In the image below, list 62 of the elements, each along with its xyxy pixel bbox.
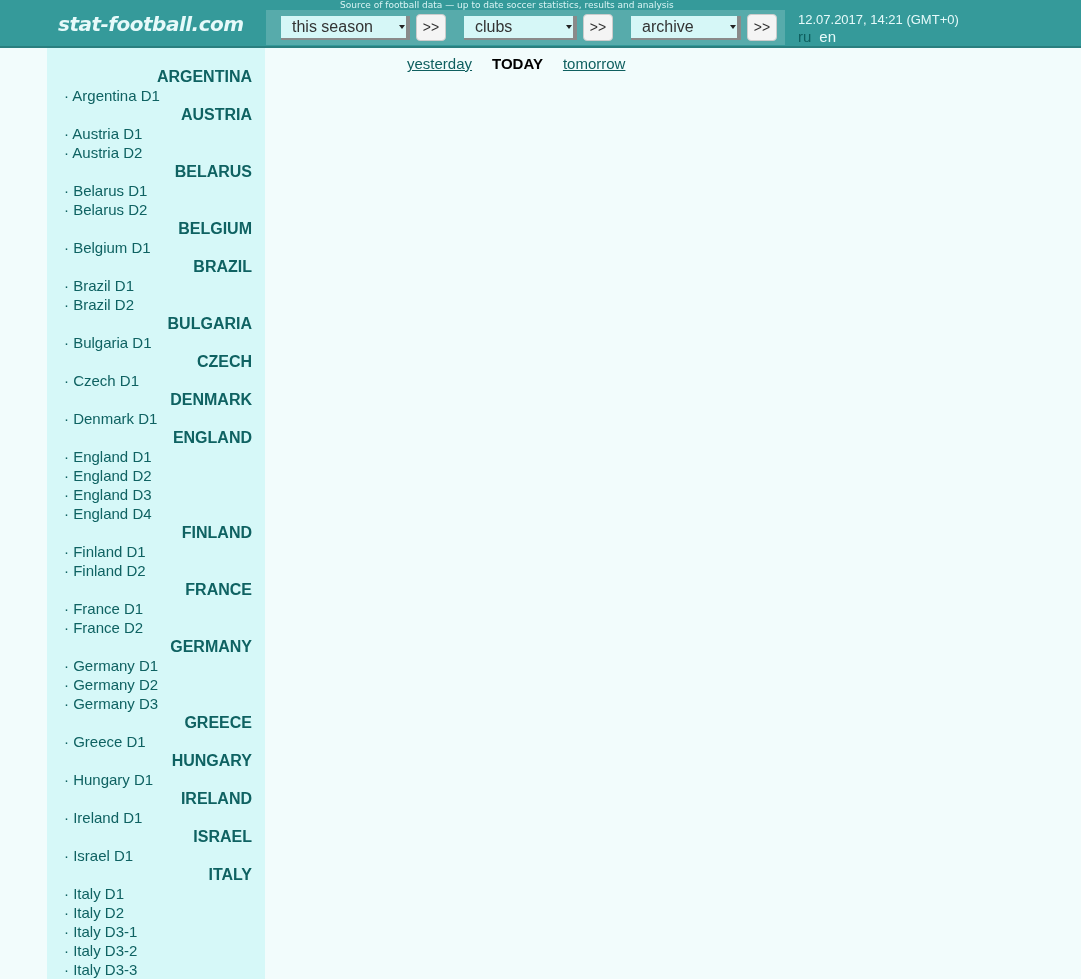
league-link[interactable]: · Belarus D1 [64,181,148,200]
league-link[interactable]: · Belarus D2 [64,200,148,219]
league-link[interactable]: · Ireland D1 [64,808,143,827]
league-link[interactable]: · Czech D1 [64,371,140,390]
league-link[interactable]: · Italy D2 [64,903,124,922]
league-link[interactable]: · Denmark D1 [64,409,158,428]
league-link[interactable]: · Austria D2 [64,143,143,162]
league-link[interactable]: · Italy D1 [64,884,124,903]
league-link[interactable]: · Hungary D1 [64,770,154,789]
league-link[interactable]: · Italy D3-3 [64,960,138,979]
league-link[interactable]: · England D2 [64,466,152,485]
dropdown[interactable]: this season [281,15,410,40]
country-heading: GERMANY [170,637,252,656]
country-heading: BULGARIA [167,314,252,333]
caret-icon [566,24,572,29]
league-link[interactable]: · Greece D1 [64,732,146,751]
day-link[interactable]: TODAY [492,54,543,74]
league-link[interactable]: · Argentina D1 [64,86,160,105]
country-heading: ARGENTINA [156,67,252,86]
dropdown[interactable]: clubs [464,15,577,40]
go-button[interactable]: >> [583,14,613,41]
league-link[interactable]: · France D2 [64,618,144,637]
league-link[interactable]: · Belgium D1 [64,238,151,257]
tagline: Source of football data — up to date soccer statistics, results and analysis [340,0,674,10]
go-button[interactable]: >> [747,14,777,41]
country-heading: ISRAEL [193,827,252,846]
country-heading: ENGLAND [172,428,252,447]
league-link[interactable]: · England D1 [64,447,152,466]
country-heading: FRANCE [185,580,252,599]
league-link[interactable]: · Austria D1 [64,124,143,143]
go-button[interactable]: >> [416,14,446,41]
league-link[interactable]: · Bulgaria D1 [64,333,152,352]
league-link[interactable]: · Germany D1 [64,656,159,675]
caret-icon [399,24,405,29]
league-link[interactable]: · Brazil D2 [64,295,134,314]
country-heading: IRELAND [180,789,252,808]
datetime: 12.07.2017, 14:21 (GMT+0) [798,12,959,28]
league-link[interactable]: · England D3 [64,485,152,504]
league-link[interactable]: · Finland D2 [64,561,146,580]
country-heading: BRAZIL [193,257,252,276]
country-heading: DENMARK [170,390,252,409]
country-heading: CZECH [196,352,252,371]
country-heading: AUSTRIA [180,105,252,124]
league-link[interactable]: · Brazil D1 [64,276,134,295]
league-link[interactable]: · Italy D3-2 [64,941,138,960]
league-link[interactable]: · Israel D1 [64,846,134,865]
league-link[interactable]: · Germany D3 [64,694,159,713]
dropdown[interactable]: archive [631,15,741,40]
league-link[interactable]: · Italy D3-1 [64,922,138,941]
country-heading: FINLAND [181,523,252,542]
country-heading: HUNGARY [171,751,252,770]
day-link[interactable]: tomorrow [562,54,626,74]
league-link[interactable]: · Finland D1 [64,542,146,561]
country-heading: ITALY [208,865,252,884]
country-heading: BELGIUM [178,219,252,238]
caret-icon [730,24,736,29]
league-link[interactable]: · Germany D2 [64,675,159,694]
league-link[interactable]: · France D1 [64,599,144,618]
country-heading: BELARUS [174,162,252,181]
country-heading: GREECE [184,713,252,732]
league-link[interactable]: · England D4 [64,504,152,523]
day-link[interactable]: yesterday [407,54,473,74]
